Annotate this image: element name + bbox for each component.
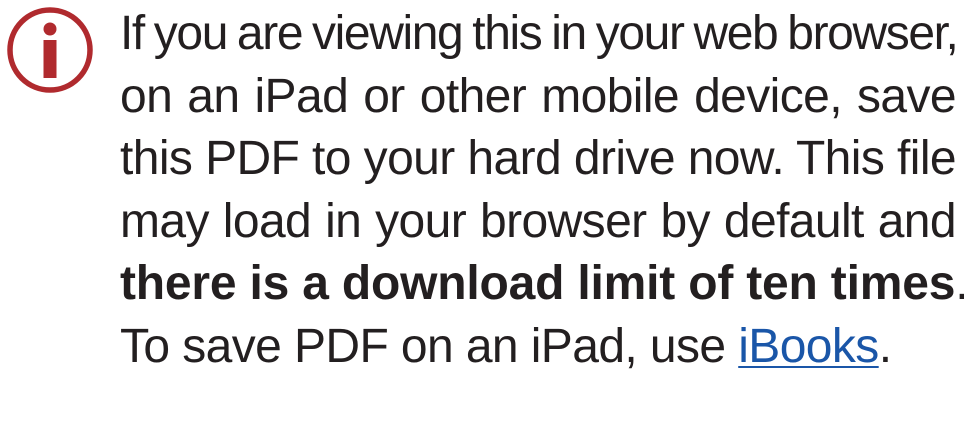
notice-line-6: To save PDF on an iPad, use iBooks. bbox=[120, 316, 956, 379]
ibooks-link[interactable]: iBooks bbox=[738, 320, 879, 373]
notice-line-2: on an iPad or other mobile device, save bbox=[120, 69, 957, 123]
notice-line-3: this PDF to your hard drive now. This fi… bbox=[120, 132, 957, 185]
info-icon bbox=[6, 6, 94, 94]
download-limit-emphasis: there is a download limit of ten times bbox=[120, 257, 956, 310]
pdf-save-notice: If you are viewing this in your web brow… bbox=[0, 0, 964, 433]
notice-line-6-end: . bbox=[878, 319, 892, 373]
notice-line-4: may load in your browser by default and bbox=[120, 194, 957, 248]
notice-text: If you are viewing this in your web brow… bbox=[120, 3, 964, 379]
notice-line-5: there is a download limit of ten times. bbox=[120, 253, 964, 316]
notice-line-6-start: To save PDF on an iPad, use bbox=[120, 319, 739, 373]
notice-line-5-end: . bbox=[955, 257, 964, 310]
notice-line-1: If you are viewing this in your web brow… bbox=[120, 7, 959, 60]
